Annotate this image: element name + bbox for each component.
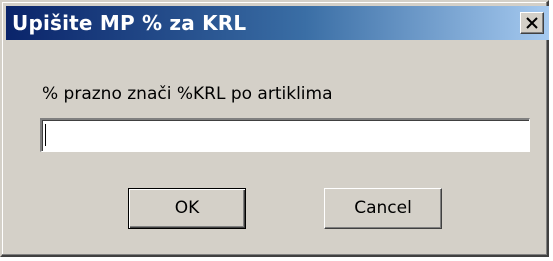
close-icon	[526, 17, 538, 29]
cancel-button[interactable]: Cancel	[324, 188, 442, 229]
title-bar[interactable]: Upišite MP % za KRL	[6, 6, 549, 40]
text-cursor	[45, 124, 46, 146]
prompt-label: % prazno znači %KRL po artiklima	[42, 84, 333, 104]
mp-percent-input[interactable]	[40, 118, 530, 152]
close-button[interactable]	[520, 12, 544, 34]
input-dialog: Upišite MP % za KRL % prazno znači %KRL …	[0, 0, 549, 257]
dialog-title: Upišite MP % za KRL	[12, 11, 247, 35]
ok-button[interactable]: OK	[128, 188, 246, 229]
